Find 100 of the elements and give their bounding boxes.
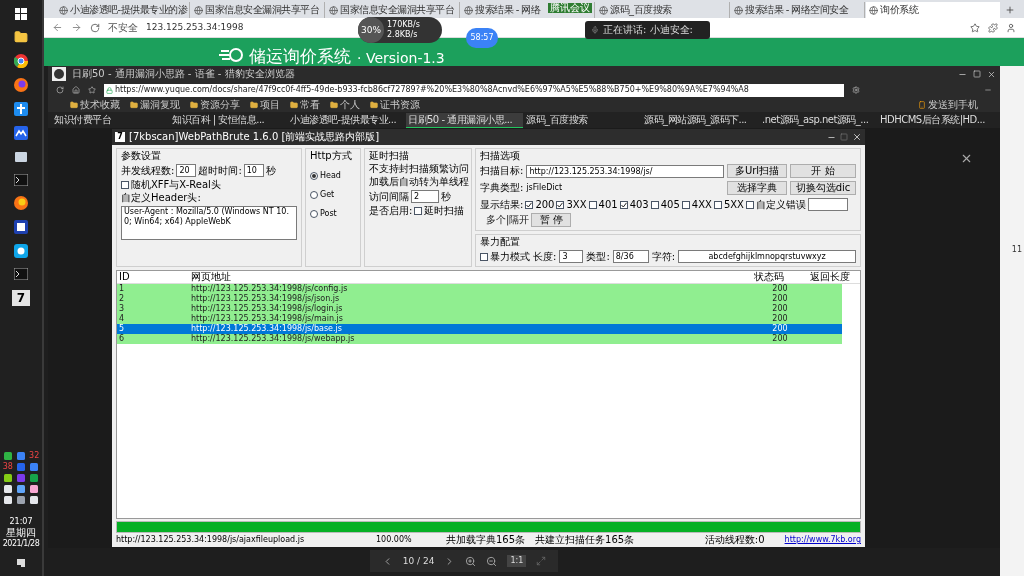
tool-button[interactable]: 开 始 (790, 164, 856, 178)
type-field[interactable]: 8/36 (612, 250, 649, 263)
speaking-indicator: 正在讲话: 小迪安全: (585, 21, 710, 39)
inner-address-field[interactable]: https://www.yuque.com/docs/share/47f9cc0f-4ff5-49de-b933-fcb86cf72789?#%20%E3%80%8Acnvd%E6%97%A5%E5%88%B750+%E9%80%9A%E7%94%A8 (104, 83, 844, 97)
bookmark-folder[interactable]: 项目 (250, 100, 280, 110)
back-icon[interactable] (52, 22, 63, 33)
folder-icon (130, 101, 138, 109)
tool-button[interactable]: 多Url扫描 (727, 164, 787, 178)
column-header[interactable]: ID (117, 272, 189, 282)
column-header[interactable]: 网页地址 (189, 272, 752, 282)
radio-button[interactable] (310, 172, 318, 180)
timeout-field[interactable]: 10 (243, 164, 264, 177)
website-link[interactable]: http://www.7kb.org (784, 536, 861, 544)
star-icon[interactable] (88, 86, 96, 94)
checkbox[interactable] (746, 200, 754, 209)
tool-button[interactable]: 暂 停 (531, 213, 572, 227)
checkbox[interactable] (588, 200, 597, 209)
bookmark-star-icon[interactable] (970, 22, 980, 33)
checkbox[interactable] (525, 200, 534, 209)
browser-tab[interactable]: 国家信息安全漏洞共享平台 (191, 2, 325, 18)
bookmark-folder[interactable]: 漏洞复现 (130, 100, 180, 110)
profile-icon[interactable] (1006, 22, 1016, 33)
maximize-icon[interactable] (973, 70, 981, 78)
folder-icon[interactable] (14, 30, 28, 44)
result-row[interactable]: 3 http://123.125.253.34:1998/js/login.js 200 (117, 304, 842, 314)
result-row[interactable]: 4 http://123.125.253.34:1998/js/main.js 200 (117, 314, 842, 324)
app-icon[interactable] (14, 126, 28, 140)
result-row[interactable]: 2 http://123.125.253.34:1998/js/json.js 200 (117, 294, 842, 304)
field-label: 是否启用: (369, 206, 413, 216)
browser-tab[interactable]: 国家信息安全漏洞共享平台 (326, 2, 460, 18)
result-row[interactable]: 1 http://123.125.253.34:1998/js/config.js 200 (117, 284, 842, 294)
result-row[interactable]: 6 http://123.125.253.34:1998/js/webapp.js 200 (117, 334, 842, 344)
chars-field[interactable]: abcdefghijklmnopqrstuvwxyz (678, 250, 856, 263)
checkbox[interactable] (556, 200, 565, 209)
app-icon[interactable] (14, 244, 28, 258)
home-icon[interactable] (72, 86, 80, 94)
tray-badge[interactable]: 32 (29, 452, 40, 460)
target-field[interactable]: http://123.125.253.34:1998/js/ (526, 164, 724, 178)
custom-error-field[interactable] (808, 198, 848, 211)
close-icon[interactable] (987, 69, 996, 79)
extensions-icon[interactable] (988, 22, 998, 33)
gear-icon[interactable] (852, 86, 860, 94)
terminal-icon[interactable] (14, 174, 28, 186)
actual-size-button[interactable]: 1:1 (507, 555, 527, 567)
checkbox[interactable] (681, 200, 690, 209)
length-field[interactable]: 3 (559, 250, 584, 263)
checkbox[interactable] (713, 200, 722, 209)
firefox-icon[interactable] (14, 78, 28, 92)
checkbox[interactable] (480, 252, 488, 261)
notification-icon[interactable] (16, 558, 26, 568)
header-textarea[interactable]: User-Agent : Mozilla/5.0 (Windows NT 10.0; Win64; x64) AppleWebK (121, 206, 297, 240)
close-icon[interactable] (960, 152, 973, 165)
radio-button[interactable] (310, 191, 318, 199)
bookmark-folder[interactable]: 个人 (330, 100, 360, 110)
bookmark-folder[interactable]: 证书资源 (370, 100, 420, 110)
app-icon[interactable] (14, 150, 28, 164)
new-tab-icon[interactable] (1005, 5, 1015, 15)
reload-icon[interactable] (56, 86, 64, 94)
interval-field[interactable]: 2 (411, 190, 439, 203)
threads-field[interactable]: 20 (176, 164, 197, 177)
result-row[interactable]: 5 http://123.125.253.34:1998/js/base.js 200 (117, 324, 842, 334)
send-to-phone-link[interactable]: 发送到手机 (918, 100, 978, 110)
checkbox[interactable] (414, 207, 423, 215)
checkbox[interactable] (650, 200, 659, 209)
tray-badge[interactable]: 38 (2, 463, 13, 471)
bookmark-folder[interactable]: 资源分享 (190, 100, 240, 110)
status-current-url: http://123.125.253.34:1998/js/ajaxfileupload.js (116, 536, 306, 544)
browser-tab[interactable]: 源码_百度搜索 (596, 2, 730, 18)
chrome-icon[interactable] (14, 54, 28, 68)
browser-tab[interactable]: 询价系统 (866, 2, 1000, 18)
close-icon[interactable] (852, 132, 862, 142)
bookmark-folder[interactable]: 技术收藏 (70, 100, 120, 110)
browser-tab[interactable]: 小迪渗透吧-提供最专业的渗 (56, 2, 190, 18)
app-tile[interactable]: 7 (12, 290, 30, 306)
column-header[interactable]: 状态码 (752, 272, 808, 282)
status-dict-count: 共加载字典165条 (446, 535, 526, 545)
checkbox[interactable] (121, 181, 129, 189)
field-label: 扫描目标: (480, 166, 524, 176)
security-label[interactable]: 不安全 (108, 22, 138, 33)
radio-button[interactable] (310, 210, 318, 218)
windows-logo-icon[interactable] (15, 8, 27, 20)
tool-button[interactable]: 切换勾选dic (790, 181, 856, 195)
inner-browser-tab[interactable]: 日刷50 - 通用漏洞小思... (406, 112, 523, 128)
globe-icon (194, 5, 203, 15)
bookmark-folder[interactable]: 常看 (290, 100, 320, 110)
field-label: 自定义Header头: (121, 193, 202, 203)
forward-icon[interactable] (71, 22, 82, 33)
browser-tab[interactable]: 搜索结果 - 网络空间安全 (731, 2, 865, 18)
terminal-icon[interactable] (14, 268, 28, 280)
app-icon[interactable] (14, 220, 28, 234)
clock-time: 21:07 (9, 518, 33, 526)
reload-icon[interactable] (90, 22, 100, 33)
checkbox[interactable] (619, 200, 628, 209)
zoom-in-icon[interactable] (465, 555, 477, 567)
zoom-out-icon[interactable] (486, 555, 498, 567)
globe-icon (734, 5, 743, 15)
firefox-icon[interactable] (14, 196, 28, 210)
column-header[interactable]: 返回长度 (808, 272, 860, 282)
tool-button[interactable]: 选择字典 (727, 181, 787, 195)
address-field[interactable]: 123.125.253.34:1998 (146, 23, 244, 32)
